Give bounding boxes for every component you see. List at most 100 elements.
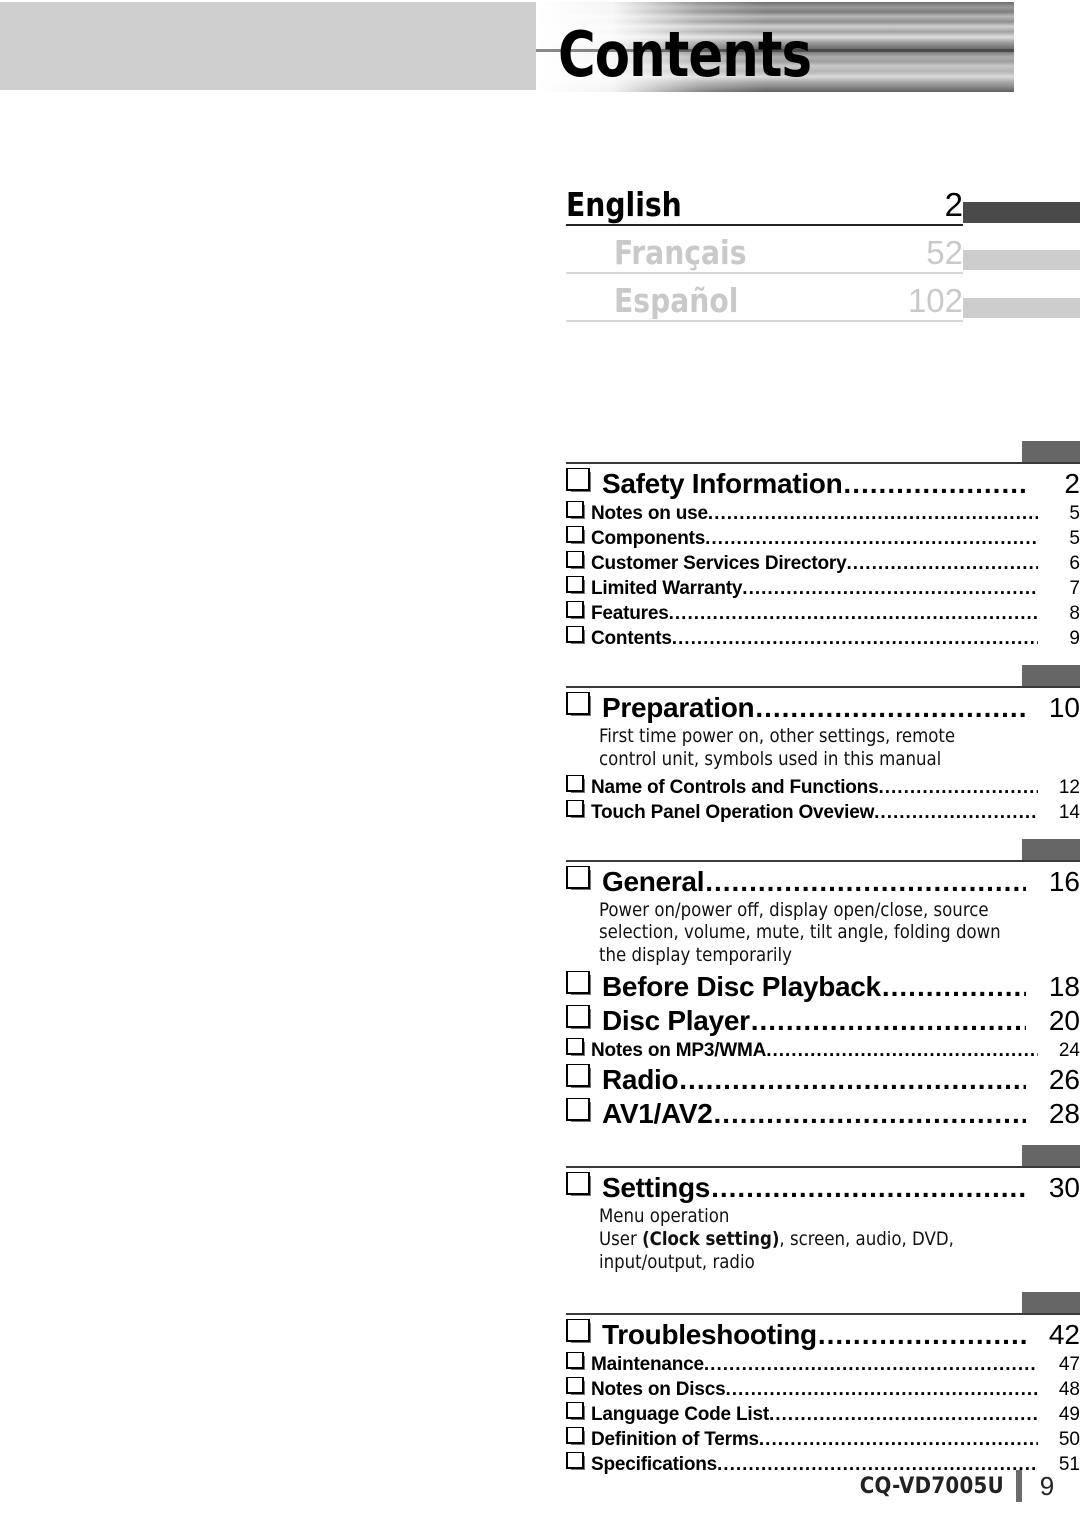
toc-entry-label: Troubleshooting: [602, 1319, 817, 1351]
dot-leader: ........................................…: [758, 1429, 1038, 1451]
language-row-inner: Español 102: [566, 284, 963, 322]
checkbox-square-icon: [566, 1097, 591, 1122]
footer-divider: [1016, 1470, 1022, 1502]
toc-sub-entry[interactable]: Notes on Discs .........................…: [566, 1377, 1080, 1401]
toc-main-entry[interactable]: Preparation ............................…: [566, 692, 1080, 724]
toc-entry-page-number: 10: [1048, 692, 1080, 723]
toc-entry-page-number: 26: [1048, 1063, 1080, 1095]
checkbox-square-icon: [566, 1427, 585, 1446]
section-tab-marker: [1022, 838, 1080, 860]
toc-sub-entry[interactable]: Limited Warranty .......................…: [566, 576, 1080, 600]
toc-sub-entry[interactable]: Notes on use ...........................…: [566, 501, 1080, 525]
toc-entry-description: First time power on, other settings, rem…: [599, 725, 956, 770]
header-gray-band: [0, 2, 536, 90]
checkbox-square-icon: [566, 970, 591, 995]
section-tab-marker: [1022, 665, 1080, 686]
description-text-pre: User: [599, 1227, 643, 1250]
toc-entry-label: Preparation: [602, 692, 755, 723]
checkbox-square-icon: [566, 1452, 585, 1471]
toc-main-entry[interactable]: Disc Player ............................…: [566, 1004, 1080, 1037]
dot-leader: ........................................…: [705, 528, 1038, 549]
section-divider: [566, 838, 1080, 862]
checkbox-square-icon: [566, 1171, 591, 1196]
dot-leader: ........................................…: [705, 865, 1026, 897]
toc-sub-entry[interactable]: Customer Services Directory ............…: [566, 551, 1080, 575]
toc-entry-page-number: 50: [1058, 1429, 1080, 1451]
toc-sub-entry[interactable]: Components .............................…: [566, 526, 1080, 550]
checkbox-square-icon: [566, 526, 585, 544]
toc-main-entry[interactable]: Radio ..................................…: [566, 1063, 1080, 1096]
section-rule-line: [566, 686, 1080, 688]
dot-leader: ........................................…: [707, 503, 1038, 524]
toc-entry-page-number: 16: [1048, 865, 1080, 897]
toc-entry-page-number: 47: [1058, 1354, 1080, 1376]
language-page-number: 102: [907, 282, 963, 320]
toc-main-entry[interactable]: Before Disc Playback ...................…: [566, 970, 1080, 1003]
toc-main-entry[interactable]: Settings ...............................…: [566, 1171, 1080, 1204]
checkbox-square-icon: [566, 626, 585, 644]
toc-sub-entry[interactable]: Features ...............................…: [566, 601, 1080, 625]
toc-entry-description: Menu operation: [599, 1204, 730, 1227]
toc-entry-page-number: 20: [1048, 1004, 1080, 1036]
toc-sub-entry[interactable]: Definition of Terms ....................…: [566, 1427, 1080, 1451]
language-name: English: [566, 185, 682, 225]
dot-leader: ........................................…: [881, 970, 1026, 1002]
dot-leader: ........................................…: [750, 1004, 1026, 1036]
toc-entry-page-number: 7: [1069, 578, 1080, 599]
toc-entry-label: Disc Player: [602, 1004, 750, 1036]
language-row[interactable]: English 2: [566, 178, 1080, 226]
checkbox-square-icon: [566, 1319, 591, 1344]
toc-sub-entry[interactable]: Notes on MP3/WMA .......................…: [566, 1037, 1080, 1062]
dot-leader: ........................................…: [713, 1097, 1026, 1129]
toc-sub-entry[interactable]: Name of Controls and Functions .........…: [566, 774, 1080, 799]
footer-page-number: 9: [1039, 1470, 1055, 1501]
toc-entry-label: Definition of Terms: [591, 1429, 759, 1451]
toc-entry-page-number: 5: [1069, 528, 1080, 549]
toc-section: Safety Information .....................…: [566, 440, 1080, 664]
section-rule-line: [566, 859, 1080, 862]
toc-main-entry[interactable]: AV1/AV2 ................................…: [566, 1097, 1080, 1130]
language-tab-marker: [963, 298, 1080, 318]
model-number: CQ-VD7005U: [859, 1473, 1004, 1499]
toc-entry-page-number: 5: [1069, 503, 1080, 524]
dot-leader: ........................................…: [874, 801, 1038, 823]
section-rule-line: [566, 462, 1080, 464]
section-divider: [566, 440, 1080, 464]
checkbox-square-icon: [566, 865, 591, 890]
checkbox-square-icon: [566, 1063, 591, 1088]
checkbox-square-icon: [566, 774, 585, 793]
toc-entry-page-number: 12: [1058, 776, 1080, 798]
dot-leader: ........................................…: [742, 578, 1038, 599]
toc-main-entry[interactable]: Safety Information .....................…: [566, 468, 1080, 500]
language-list: English 2 Français 52 Español 102: [566, 178, 1080, 322]
language-row[interactable]: Français 52: [566, 226, 1080, 274]
section-rule-line: [566, 1165, 1080, 1168]
checkbox-square-icon: [566, 576, 585, 594]
toc-main-entry[interactable]: Troubleshooting ........................…: [566, 1319, 1080, 1351]
toc-sub-entry[interactable]: Language Code List .....................…: [566, 1402, 1080, 1426]
toc-entry-label: Customer Services Directory: [591, 553, 847, 574]
toc-entry-label: Name of Controls and Functions: [591, 776, 879, 798]
toc-entry-page-number: 2: [1064, 468, 1080, 499]
table-of-contents: Safety Information .....................…: [566, 440, 1080, 1490]
section-tab-marker: [1022, 1292, 1080, 1314]
toc-section: Preparation ............................…: [566, 664, 1080, 838]
toc-sub-entry[interactable]: Maintenance ............................…: [566, 1352, 1080, 1376]
section-divider: [566, 1144, 1080, 1168]
language-row-inner: English 2: [566, 188, 963, 226]
toc-entry-label: Contents: [591, 628, 672, 649]
language-tab-marker: [963, 202, 1080, 223]
dot-leader: ........................................…: [703, 1354, 1038, 1376]
checkbox-square-icon: [566, 1402, 585, 1421]
checkbox-square-icon: [566, 501, 585, 519]
toc-sub-entry[interactable]: Contents ...............................…: [566, 626, 1080, 650]
toc-sub-entry[interactable]: Touch Panel Operation Oveview ..........…: [566, 799, 1080, 824]
toc-main-entry[interactable]: General ................................…: [566, 865, 1080, 898]
toc-entry-label: Before Disc Playback: [602, 970, 881, 1002]
section-rule-line: [566, 1313, 1080, 1316]
toc-entry-label: Limited Warranty: [591, 578, 743, 599]
language-row[interactable]: Español 102: [566, 274, 1080, 322]
checkbox-square-icon: [566, 601, 585, 619]
toc-entry-page-number: 14: [1058, 801, 1080, 823]
